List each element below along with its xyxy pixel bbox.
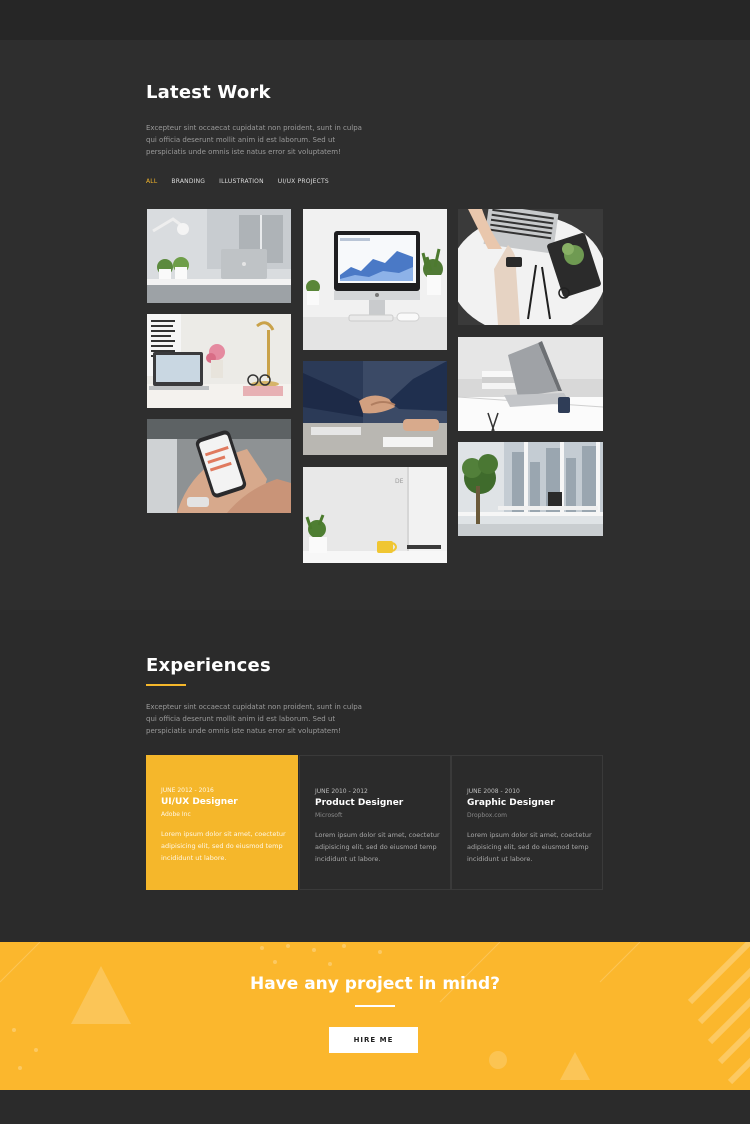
cta-title-underline [355, 1005, 395, 1007]
experience-company: Microsoft [315, 812, 343, 819]
experience-role: Product Designer [315, 798, 404, 808]
experience-description: Lorem ipsum dolor sit amet, coectetur ad… [467, 831, 592, 863]
experience-card-product[interactable]: JUNE 2010 - 2012 Product Designer Micros… [299, 755, 451, 890]
experience-card-uiux[interactable]: JUNE 2012 - 2016 UI/UX Designer Adobe In… [146, 755, 298, 890]
portfolio-item-yellow-mug[interactable]: DE [303, 467, 447, 563]
laptop-desk-image [458, 337, 603, 431]
filter-illustration[interactable]: ILLUSTRATION [219, 178, 264, 185]
filter-uiux-projects[interactable]: UI/UX PROJECTS [278, 178, 329, 185]
experiences-paragraph: Excepteur sint occaecat cupidatat non pr… [146, 703, 362, 735]
cta-decor-shapes [0, 942, 750, 1085]
phone-hands-image [147, 419, 291, 513]
portfolio-item-laptop-typing[interactable] [458, 209, 603, 325]
filter-branding[interactable]: BRANDING [171, 178, 205, 185]
imac-chart-image [303, 209, 447, 350]
footer-band [0, 1090, 750, 1124]
portfolio-item-workspace-flowers[interactable] [147, 314, 291, 408]
latest-work-title: Latest Work [146, 82, 271, 103]
desk-laptop-image [147, 209, 291, 303]
latest-work-paragraph: Excepteur sint occaecat cupidatat non pr… [146, 124, 362, 156]
experiences-title-underline [146, 684, 186, 686]
cta-section: Have any project in mind? HIRE ME [0, 942, 750, 1090]
portfolio-item-imac-chart[interactable] [303, 209, 447, 350]
portfolio-item-laptop-desk[interactable] [458, 337, 603, 431]
portfolio-item-phone-hands[interactable] [147, 419, 291, 513]
experiences-title: Experiences [146, 655, 271, 676]
yellow-mug-image: DE [303, 467, 447, 563]
hire-me-button[interactable]: HIRE ME [329, 1027, 418, 1053]
experience-company: Dropbox.com [467, 812, 508, 819]
experience-company: Adobe Inc [161, 811, 191, 818]
portfolio-item-desk-laptop[interactable] [147, 209, 291, 303]
experience-description: Lorem ipsum dolor sit amet, coectetur ad… [315, 831, 440, 863]
svg-text:DE: DE [395, 478, 404, 485]
experience-date: JUNE 2008 - 2010 [467, 788, 520, 795]
filter-all[interactable]: ALL [146, 178, 157, 185]
laptop-typing-image [458, 209, 603, 325]
portfolio-item-office-window[interactable] [458, 442, 603, 536]
experience-date: JUNE 2010 - 2012 [315, 788, 368, 795]
experience-card-graphic[interactable]: JUNE 2008 - 2010 Graphic Designer Dropbo… [451, 755, 603, 890]
handshake-image [303, 361, 447, 455]
experience-date: JUNE 2012 - 2016 [161, 787, 214, 794]
workspace-flowers-image [147, 314, 291, 408]
experience-role: Graphic Designer [467, 798, 555, 808]
cta-title: Have any project in mind? [249, 974, 501, 994]
top-band [0, 0, 750, 40]
experience-role: UI/UX Designer [161, 797, 238, 807]
experience-description: Lorem ipsum dolor sit amet, coectetur ad… [161, 830, 286, 862]
portfolio-item-handshake[interactable] [303, 361, 447, 455]
portfolio-filters: ALL BRANDING ILLUSTRATION UI/UX PROJECTS [146, 178, 329, 185]
office-window-image [458, 442, 603, 536]
